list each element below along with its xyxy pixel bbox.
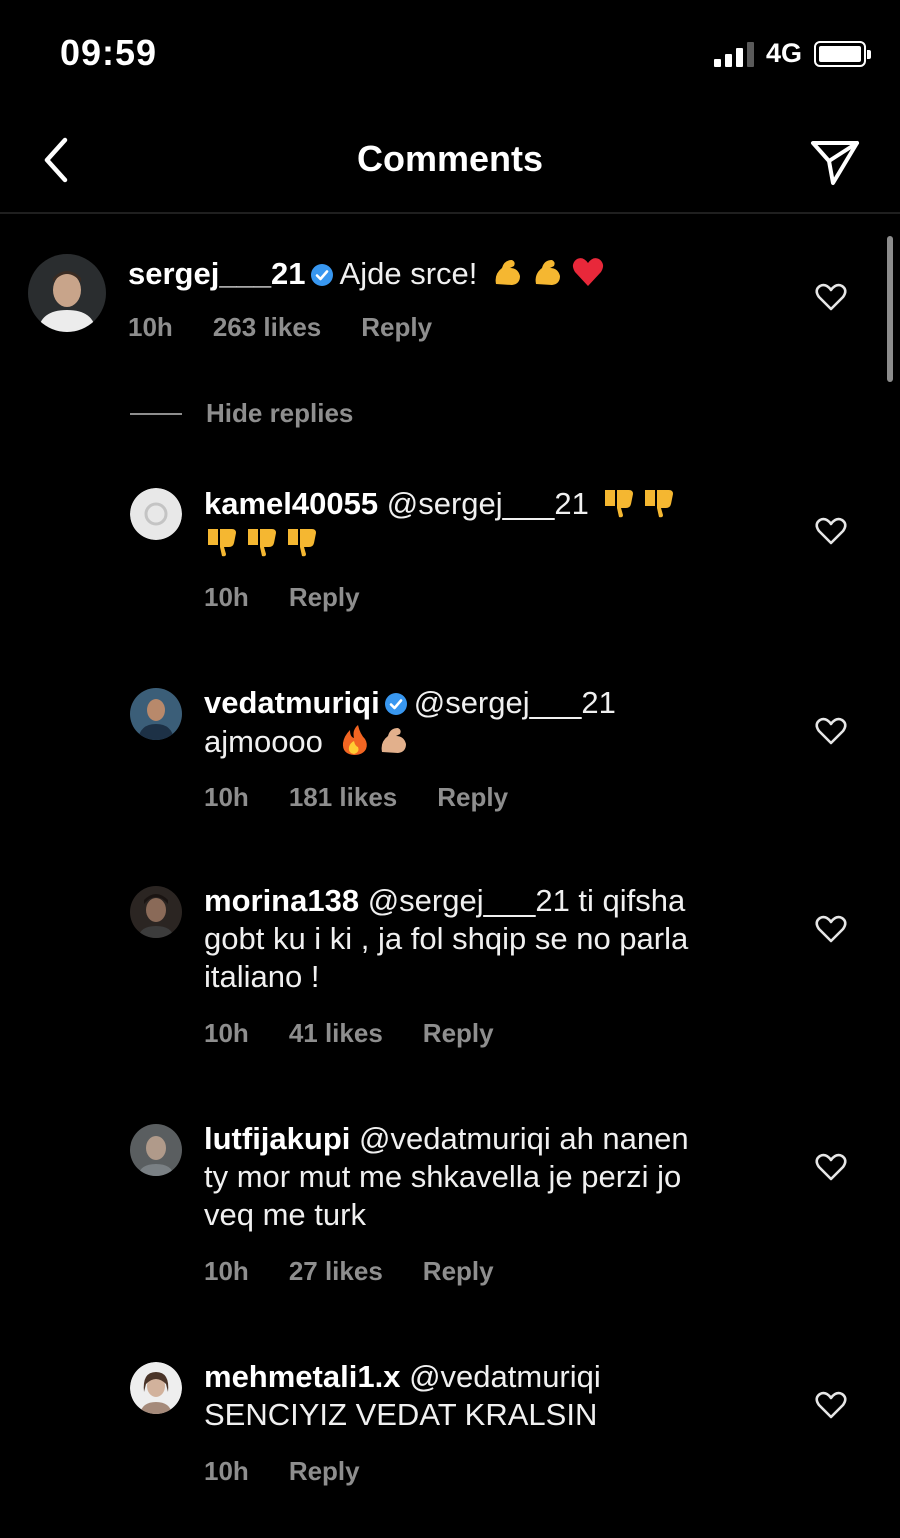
status-indicators: 4G (713, 38, 871, 69)
comment-message: @sergej___21 ti qifsha (367, 883, 686, 918)
comment-time: 10h (204, 1018, 249, 1048)
comment-mention[interactable]: @vedatmuriqi (409, 1359, 601, 1394)
status-time: 09:59 (60, 32, 158, 73)
comment-time: 10h (128, 312, 173, 342)
avatar[interactable] (130, 1124, 182, 1176)
like-heart-icon[interactable] (814, 912, 848, 946)
verified-badge-icon (310, 264, 333, 286)
comment-time: 10h (204, 782, 249, 812)
like-heart-icon[interactable] (814, 514, 848, 548)
comment-body: mehmetali1.x @vedatmuriqi SENCIYIZ VEDAT… (204, 1358, 784, 1434)
comment-meta: 10h Reply (204, 582, 360, 613)
thumbs-down-icon (288, 529, 316, 557)
like-heart-icon[interactable] (814, 714, 848, 748)
reply-comment: morina138 @sergej___21 ti qifsha gobt ku… (0, 880, 900, 1060)
comment-body: sergej___21 Ajde srce! (128, 254, 606, 293)
comment-body: lutfijakupi @vedatmuriqi ah nanen ty mor… (204, 1120, 784, 1234)
comment-time: 10h (204, 582, 249, 612)
comment-meta: 10h 181 likes Reply (204, 782, 508, 813)
fire-icon (342, 725, 367, 755)
comment-mention[interactable]: @sergej___21 (414, 685, 616, 720)
page-title: Comments (356, 138, 544, 179)
status-bar: 09:59 4G (0, 0, 900, 110)
like-heart-icon[interactable] (814, 1388, 848, 1422)
comment-time: 10h (204, 1456, 249, 1486)
signal-strength-icon (713, 41, 754, 67)
reply-button[interactable]: Reply (289, 582, 360, 613)
reply-button[interactable]: Reply (423, 1018, 494, 1049)
paper-plane-icon (811, 141, 859, 185)
comment-username[interactable]: morina138 (204, 883, 359, 918)
like-heart-icon[interactable] (814, 1150, 848, 1184)
flexed-biceps-icon (495, 260, 521, 285)
comment-body: kamel40055 @sergej___21 (204, 484, 764, 562)
comment-username[interactable]: vedatmuriqi (204, 685, 380, 720)
comment-message: ajmoooo (204, 724, 323, 759)
reply-comment: vedatmuriqi @sergej___21 ajmoooo 10h 181 … (0, 680, 900, 820)
avatar[interactable] (130, 1362, 182, 1414)
comment-meta: 10h Reply (204, 1456, 360, 1487)
comment-username[interactable]: mehmetali1.x (204, 1359, 400, 1394)
flexed-biceps-icon (381, 728, 406, 753)
comment-likes[interactable]: 181 likes (289, 782, 397, 813)
network-type: 4G (765, 38, 802, 68)
flexed-biceps-icon (535, 260, 561, 285)
reply-comment: kamel40055 @sergej___21 10h Reply (0, 480, 900, 620)
comment-username[interactable]: lutfijakupi (204, 1121, 350, 1156)
comment-message: veq me turk (204, 1197, 366, 1232)
reply-button[interactable]: Reply (423, 1256, 494, 1287)
hide-replies-label: Hide replies (206, 398, 354, 428)
avatar[interactable] (130, 688, 182, 740)
thumbs-down-icon (605, 490, 634, 518)
verified-badge-icon (384, 693, 407, 715)
comment-mention[interactable]: @sergej___21 (387, 486, 589, 521)
reply-comment: lutfijakupi @vedatmuriqi ah nanen ty mor… (0, 1118, 900, 1298)
comment-username[interactable]: sergej___21 (128, 256, 306, 291)
divider-line (130, 412, 182, 415)
reply-button[interactable]: Reply (289, 1456, 360, 1487)
comment-message: Ajde srce! (339, 256, 478, 291)
comment-meta: 10h 263 likes Reply (128, 312, 432, 343)
thumbs-down-icon (645, 490, 674, 518)
header: Comments (0, 110, 900, 214)
comment-body: vedatmuriqi @sergej___21 ajmoooo (204, 684, 764, 761)
hide-replies-button[interactable]: Hide replies (130, 398, 353, 429)
comment-body: morina138 @sergej___21 ti qifsha gobt ku… (204, 882, 784, 996)
main-comment: sergej___21 Ajde srce! 10h 263 likes Repl… (0, 240, 900, 370)
avatar[interactable] (28, 254, 106, 332)
comment-message: @vedatmuriqi ah nanen (359, 1121, 689, 1156)
red-heart-icon (572, 258, 604, 286)
comment-message: SENCIYIZ VEDAT KRALSIN (204, 1397, 598, 1432)
comments-screen: 09:59 4G Comments sergej___21 Ajde srce!… (0, 0, 900, 1538)
comment-meta: 10h 27 likes Reply (204, 1256, 494, 1287)
comment-message: italiano ! (204, 959, 320, 994)
comment-likes[interactable]: 263 likes (213, 312, 321, 343)
comment-message: gobt ku i ki , ja fol shqip se no parla (204, 921, 689, 956)
like-heart-icon[interactable] (814, 280, 848, 314)
comment-message: ty mor mut me shkavella je perzi jo (204, 1159, 682, 1194)
comment-time: 10h (204, 1256, 249, 1286)
share-button[interactable] (804, 130, 866, 192)
reply-button[interactable]: Reply (437, 782, 508, 813)
comment-likes[interactable]: 27 likes (289, 1256, 383, 1287)
thumbs-down-icon (248, 529, 276, 557)
avatar[interactable] (130, 886, 182, 938)
reply-button[interactable]: Reply (361, 312, 432, 343)
comment-meta: 10h 41 likes Reply (204, 1018, 494, 1049)
battery-icon (814, 40, 871, 67)
reply-comment: mehmetali1.x @vedatmuriqi SENCIYIZ VEDAT… (0, 1356, 900, 1496)
comment-username[interactable]: kamel40055 (204, 486, 378, 521)
comment-likes[interactable]: 41 likes (289, 1018, 383, 1049)
avatar[interactable] (130, 488, 182, 540)
thumbs-down-icon (208, 529, 236, 557)
